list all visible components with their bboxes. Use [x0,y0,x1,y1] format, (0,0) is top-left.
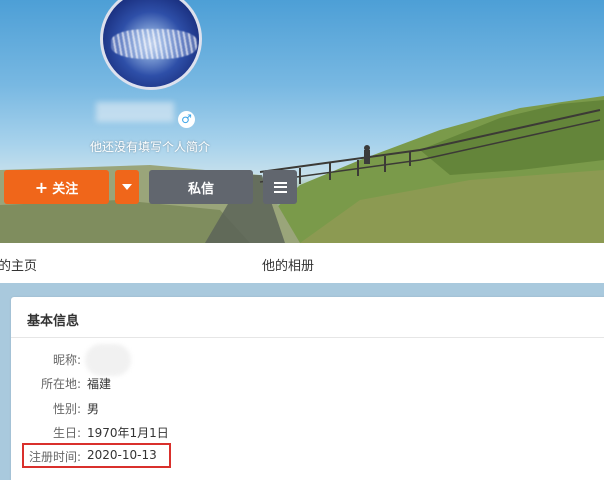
info-label: 生日: [52,426,81,440]
cover-landscape-image [0,96,604,243]
card-divider [11,337,604,338]
tab-home[interactable]: 的主页 [0,255,37,274]
info-row-gender: 性别: 男 [11,400,604,420]
male-icon: ♂ [178,111,195,128]
follow-button[interactable]: + 关注 [4,170,109,204]
info-label: 性别: [52,402,81,416]
info-value: 男 [87,402,100,416]
avatar-image-detail [111,29,197,59]
message-button[interactable]: 私信 [149,170,253,204]
info-value: 1970年1月1日 [87,426,169,440]
profile-bio: 他还没有填写个人简介 [90,140,211,154]
profile-cover: ♂ 他还没有填写个人简介 + 关注 私信 [0,0,604,243]
info-label: 所在地: [40,377,81,391]
tab-album[interactable]: 他的相册 [262,255,314,274]
follow-button-label: 关注 [52,181,79,197]
info-row-birthday: 生日: 1970年1月1日 [11,424,604,444]
more-menu-button[interactable] [263,170,297,204]
plus-icon: + [34,177,49,197]
info-label: 昵称: [52,353,81,367]
registration-date-highlight [22,443,171,468]
info-value: 福建 [87,377,112,391]
hamburger-menu-icon [273,181,287,193]
info-row-nickname: 昵称: [11,344,604,376]
follow-options-button[interactable] [115,170,139,204]
basic-info-card: 基本信息 昵称: 所在地: 福建 性别: 男 生日: 1970年1月1日 注册时… [11,297,604,480]
caret-down-icon [122,184,132,190]
username-redacted [96,102,174,122]
info-row-location: 所在地: 福建 [11,375,604,395]
nickname-redacted [85,344,131,376]
card-title: 基本信息 [27,314,80,329]
message-button-label: 私信 [187,181,214,197]
profile-nav: 的主页 他的相册 [0,243,604,283]
